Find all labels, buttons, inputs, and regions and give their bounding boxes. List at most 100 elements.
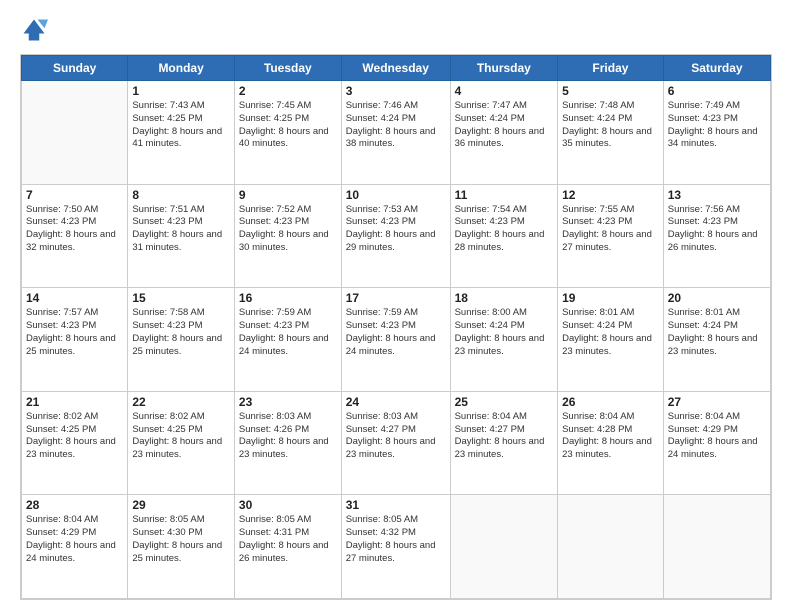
cal-cell-4-5 <box>558 495 664 599</box>
cal-cell-0-6: 6 Sunrise: 7:49 AM Sunset: 4:23 PM Daylig… <box>663 81 770 185</box>
cell-day-number: 2 <box>239 84 337 98</box>
cell-day-number: 23 <box>239 395 337 409</box>
cell-day-number: 3 <box>346 84 446 98</box>
cell-day-number: 28 <box>26 498 123 512</box>
cell-day-number: 4 <box>455 84 554 98</box>
cal-cell-4-6 <box>663 495 770 599</box>
cell-info: Sunrise: 7:53 AM Sunset: 4:23 PM Dayligh… <box>346 204 446 255</box>
cal-cell-2-0: 14Sunrise: 7:57 AM Sunset: 4:23 PM Dayli… <box>22 288 128 392</box>
page: SundayMondayTuesdayWednesdayThursdayFrid… <box>0 0 792 612</box>
cell-info: Sunrise: 7:58 AM Sunset: 4:23 PM Dayligh… <box>132 307 230 358</box>
day-header-monday: Monday <box>128 56 235 81</box>
cal-cell-4-0: 28 Sunrise: 8:04 AM Sunset: 4:29 PM Dayli… <box>22 495 128 599</box>
logo-icon <box>20 16 48 44</box>
cell-day-number: 22 <box>132 395 230 409</box>
cell-info: Sunrise: 7:43 AM Sunset: 4:25 PM Dayligh… <box>132 100 230 151</box>
cell-info: Sunrise: 8:04 AM Sunset: 4:28 PM Dayligh… <box>562 411 659 462</box>
cell-info: Sunrise: 8:03 AM Sunset: 4:27 PM Dayligh… <box>346 411 446 462</box>
cal-cell-3-3: 24 Sunrise: 8:03 AM Sunset: 4:27 PM Dayli… <box>341 391 450 495</box>
cell-day-number: 26 <box>562 395 659 409</box>
cell-info: Sunrise: 7:56 AM Sunset: 4:23 PM Dayligh… <box>668 204 766 255</box>
cell-info: Sunrise: 8:02 AM Sunset: 4:25 PM Dayligh… <box>132 411 230 462</box>
cal-cell-4-4 <box>450 495 558 599</box>
cell-info: Sunrise: 7:46 AM Sunset: 4:24 PM Dayligh… <box>346 100 446 151</box>
cell-info: Sunrise: 7:49 AM Sunset: 4:23 PM Dayligh… <box>668 100 766 151</box>
cell-day-number: 25 <box>455 395 554 409</box>
cal-cell-0-4: 4Sunrise: 7:47 AM Sunset: 4:24 PM Daylig… <box>450 81 558 185</box>
cell-day-number: 5 <box>562 84 659 98</box>
cal-cell-0-2: 2Sunrise: 7:45 AM Sunset: 4:25 PM Daylig… <box>234 81 341 185</box>
cal-cell-0-3: 3 Sunrise: 7:46 AM Sunset: 4:24 PM Daylig… <box>341 81 450 185</box>
cell-day-number: 6 <box>668 84 766 98</box>
cell-info: Sunrise: 8:00 AM Sunset: 4:24 PM Dayligh… <box>455 307 554 358</box>
cell-day-number: 8 <box>132 188 230 202</box>
cal-cell-2-5: 19 Sunrise: 8:01 AM Sunset: 4:24 PM Dayli… <box>558 288 664 392</box>
cal-cell-3-2: 23 Sunrise: 8:03 AM Sunset: 4:26 PM Dayli… <box>234 391 341 495</box>
calendar-week-1: 7 Sunrise: 7:50 AM Sunset: 4:23 PM Daylig… <box>22 184 771 288</box>
cal-cell-3-4: 25Sunrise: 8:04 AM Sunset: 4:27 PM Dayli… <box>450 391 558 495</box>
cal-cell-3-6: 27 Sunrise: 8:04 AM Sunset: 4:29 PM Dayli… <box>663 391 770 495</box>
cell-day-number: 13 <box>668 188 766 202</box>
cell-info: Sunrise: 8:04 AM Sunset: 4:29 PM Dayligh… <box>668 411 766 462</box>
cell-day-number: 16 <box>239 291 337 305</box>
day-header-saturday: Saturday <box>663 56 770 81</box>
cell-day-number: 15 <box>132 291 230 305</box>
cal-cell-0-5: 5 Sunrise: 7:48 AM Sunset: 4:24 PM Daylig… <box>558 81 664 185</box>
cell-day-number: 9 <box>239 188 337 202</box>
cal-cell-3-0: 21 Sunrise: 8:02 AM Sunset: 4:25 PM Dayli… <box>22 391 128 495</box>
cell-day-number: 1 <box>132 84 230 98</box>
cal-cell-4-1: 29Sunrise: 8:05 AM Sunset: 4:30 PM Dayli… <box>128 495 235 599</box>
cell-info: Sunrise: 7:50 AM Sunset: 4:23 PM Dayligh… <box>26 204 123 255</box>
cell-info: Sunrise: 7:48 AM Sunset: 4:24 PM Dayligh… <box>562 100 659 151</box>
header-row: SundayMondayTuesdayWednesdayThursdayFrid… <box>22 56 771 81</box>
cell-day-number: 7 <box>26 188 123 202</box>
cal-cell-2-3: 17 Sunrise: 7:59 AM Sunset: 4:23 PM Dayli… <box>341 288 450 392</box>
cell-info: Sunrise: 7:59 AM Sunset: 4:23 PM Dayligh… <box>346 307 446 358</box>
cell-day-number: 12 <box>562 188 659 202</box>
cal-cell-0-1: 1 Sunrise: 7:43 AM Sunset: 4:25 PM Daylig… <box>128 81 235 185</box>
cal-cell-4-2: 30 Sunrise: 8:05 AM Sunset: 4:31 PM Dayli… <box>234 495 341 599</box>
cell-day-number: 27 <box>668 395 766 409</box>
cell-day-number: 19 <box>562 291 659 305</box>
cal-cell-0-0 <box>22 81 128 185</box>
cell-info: Sunrise: 7:59 AM Sunset: 4:23 PM Dayligh… <box>239 307 337 358</box>
cell-day-number: 18 <box>455 291 554 305</box>
cell-info: Sunrise: 7:52 AM Sunset: 4:23 PM Dayligh… <box>239 204 337 255</box>
calendar-week-3: 21 Sunrise: 8:02 AM Sunset: 4:25 PM Dayli… <box>22 391 771 495</box>
day-header-thursday: Thursday <box>450 56 558 81</box>
cal-cell-3-1: 22 Sunrise: 8:02 AM Sunset: 4:25 PM Dayli… <box>128 391 235 495</box>
logo <box>20 16 52 44</box>
calendar-week-4: 28 Sunrise: 8:04 AM Sunset: 4:29 PM Dayli… <box>22 495 771 599</box>
cell-day-number: 17 <box>346 291 446 305</box>
cal-cell-2-2: 16 Sunrise: 7:59 AM Sunset: 4:23 PM Dayli… <box>234 288 341 392</box>
cal-cell-4-3: 31Sunrise: 8:05 AM Sunset: 4:32 PM Dayli… <box>341 495 450 599</box>
cell-info: Sunrise: 8:02 AM Sunset: 4:25 PM Dayligh… <box>26 411 123 462</box>
cell-day-number: 14 <box>26 291 123 305</box>
header <box>20 16 772 44</box>
cell-day-number: 31 <box>346 498 446 512</box>
cell-day-number: 30 <box>239 498 337 512</box>
day-header-tuesday: Tuesday <box>234 56 341 81</box>
cal-cell-1-4: 11 Sunrise: 7:54 AM Sunset: 4:23 PM Dayli… <box>450 184 558 288</box>
cell-day-number: 11 <box>455 188 554 202</box>
cal-cell-2-1: 15 Sunrise: 7:58 AM Sunset: 4:23 PM Dayli… <box>128 288 235 392</box>
day-header-wednesday: Wednesday <box>341 56 450 81</box>
cal-cell-1-0: 7 Sunrise: 7:50 AM Sunset: 4:23 PM Daylig… <box>22 184 128 288</box>
cell-day-number: 21 <box>26 395 123 409</box>
cell-info: Sunrise: 8:03 AM Sunset: 4:26 PM Dayligh… <box>239 411 337 462</box>
cell-info: Sunrise: 8:01 AM Sunset: 4:24 PM Dayligh… <box>562 307 659 358</box>
cal-cell-1-3: 10Sunrise: 7:53 AM Sunset: 4:23 PM Dayli… <box>341 184 450 288</box>
calendar-table: SundayMondayTuesdayWednesdayThursdayFrid… <box>21 55 771 599</box>
cell-info: Sunrise: 7:55 AM Sunset: 4:23 PM Dayligh… <box>562 204 659 255</box>
calendar-week-0: 1 Sunrise: 7:43 AM Sunset: 4:25 PM Daylig… <box>22 81 771 185</box>
cal-cell-1-5: 12 Sunrise: 7:55 AM Sunset: 4:23 PM Dayli… <box>558 184 664 288</box>
day-header-friday: Friday <box>558 56 664 81</box>
cal-cell-2-6: 20Sunrise: 8:01 AM Sunset: 4:24 PM Dayli… <box>663 288 770 392</box>
cell-info: Sunrise: 8:04 AM Sunset: 4:29 PM Dayligh… <box>26 514 123 565</box>
cell-info: Sunrise: 7:51 AM Sunset: 4:23 PM Dayligh… <box>132 204 230 255</box>
cell-day-number: 24 <box>346 395 446 409</box>
cell-info: Sunrise: 8:05 AM Sunset: 4:31 PM Dayligh… <box>239 514 337 565</box>
cell-info: Sunrise: 7:54 AM Sunset: 4:23 PM Dayligh… <box>455 204 554 255</box>
cell-info: Sunrise: 8:01 AM Sunset: 4:24 PM Dayligh… <box>668 307 766 358</box>
calendar: SundayMondayTuesdayWednesdayThursdayFrid… <box>20 54 772 600</box>
